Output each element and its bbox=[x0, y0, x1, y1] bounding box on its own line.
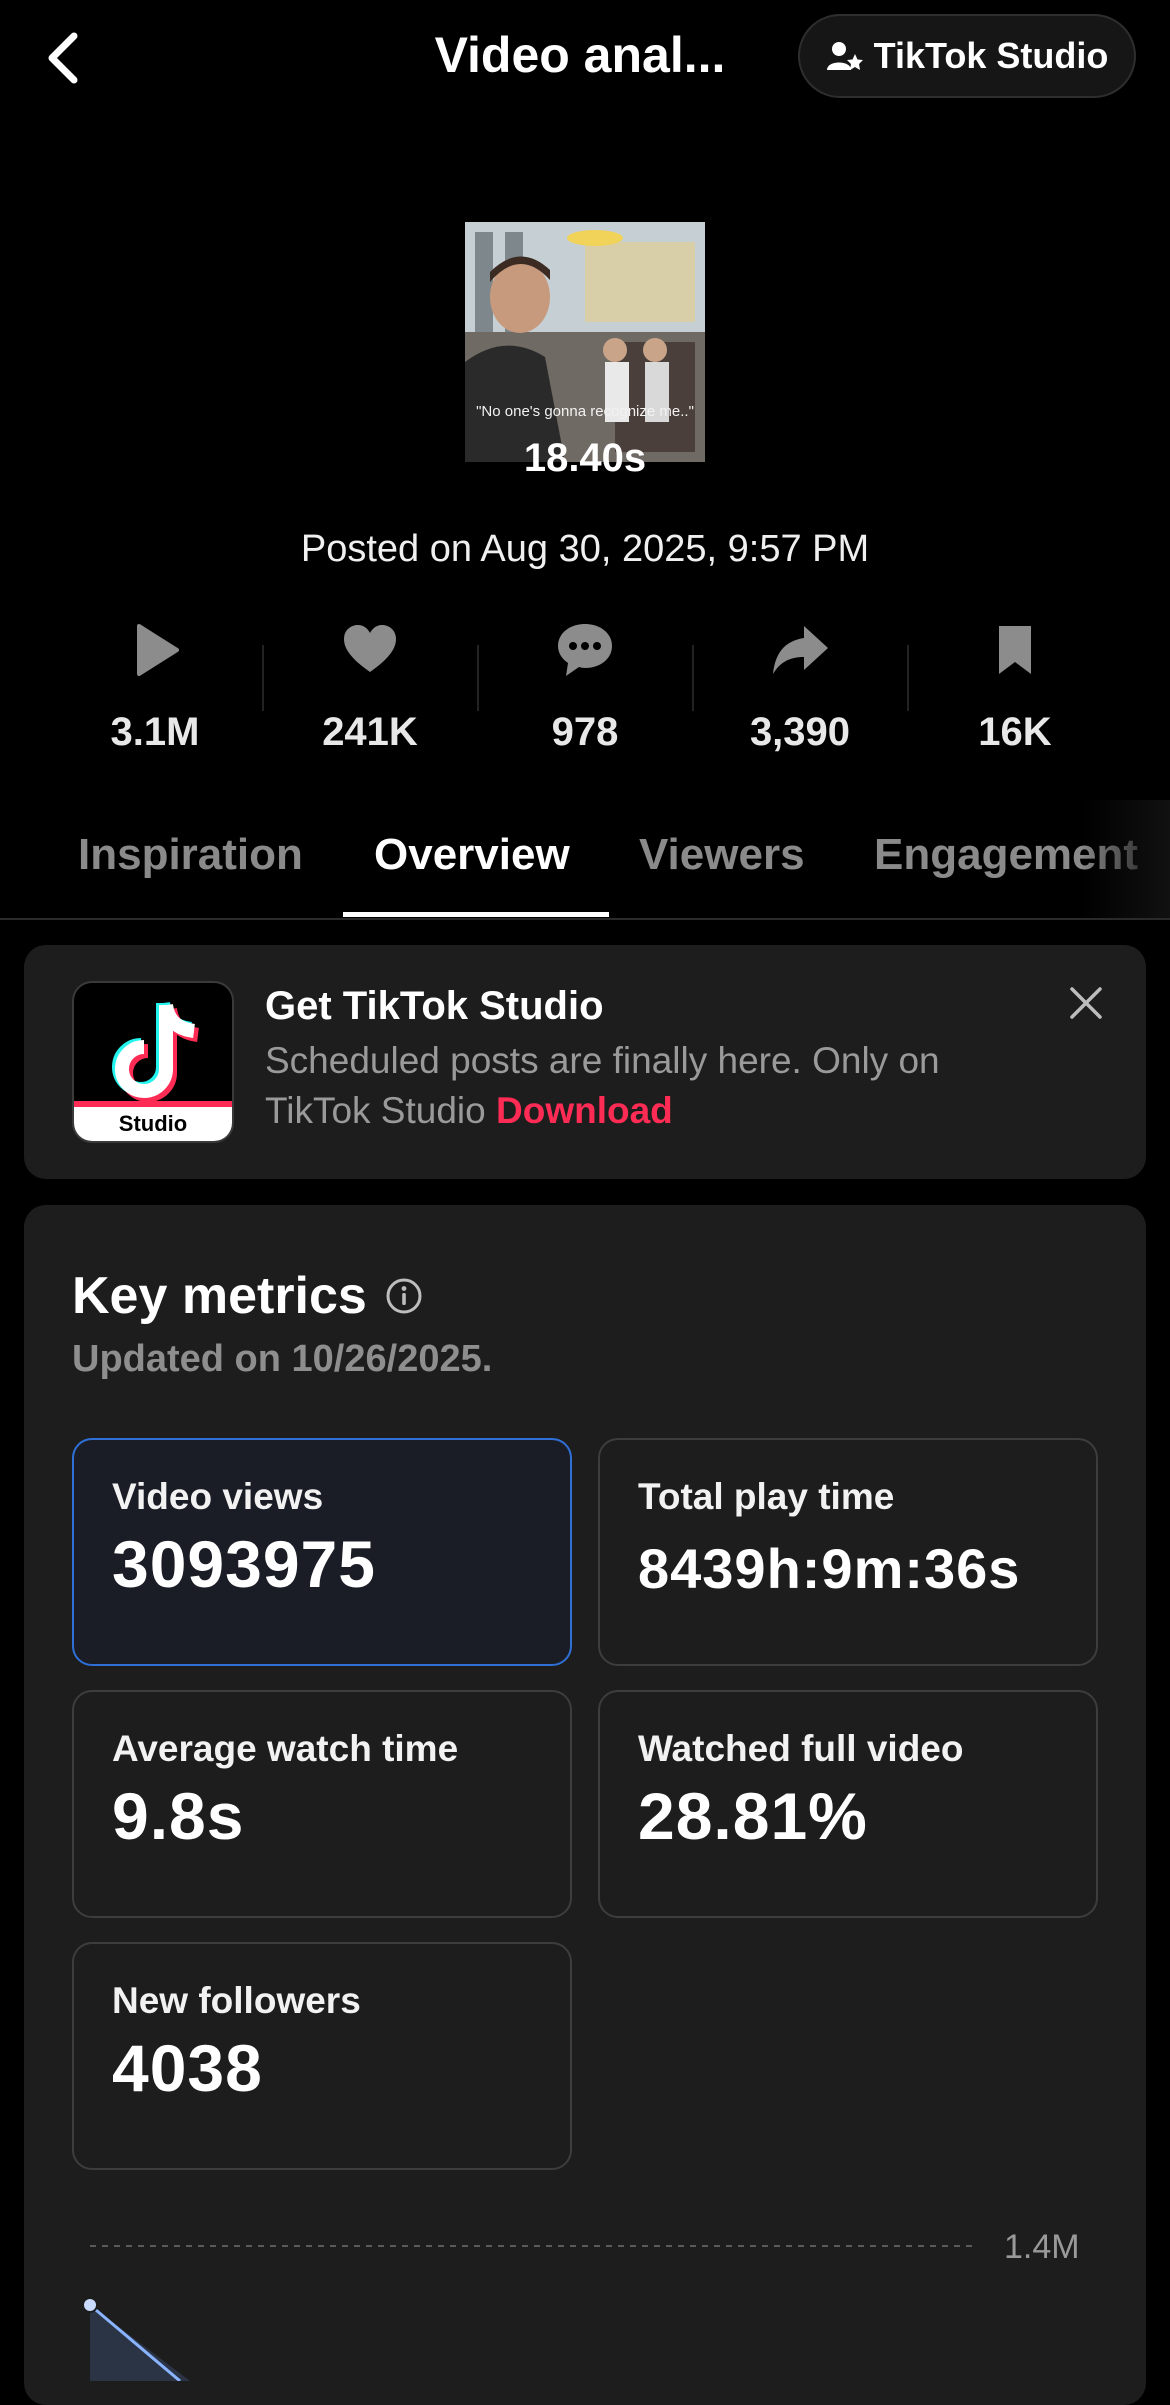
tabs-divider bbox=[0, 918, 1170, 920]
views-chart[interactable]: 1.4M bbox=[60, 2220, 1120, 2383]
thumbnail-caption: "No one's gonna recognize me.." bbox=[476, 403, 694, 420]
stat-saves: 16K bbox=[915, 620, 1115, 755]
stat-divider bbox=[262, 645, 264, 711]
tiktok-studio-app-icon: Studio bbox=[72, 981, 234, 1143]
chart-point bbox=[82, 2297, 98, 2313]
metric-label: Watched full video bbox=[638, 1728, 964, 1769]
stat-divider bbox=[907, 645, 909, 711]
download-link[interactable]: Download bbox=[496, 1090, 673, 1131]
metric-value: 8439h:9m:36s bbox=[638, 1537, 1021, 1600]
stat-likes: 241K bbox=[270, 620, 470, 755]
tab-inspiration[interactable]: Inspiration bbox=[78, 830, 303, 880]
stat-shares: 3,390 bbox=[700, 620, 900, 755]
metric-new-followers[interactable]: New followers 4038 bbox=[72, 1942, 572, 2170]
metric-value: 3093975 bbox=[112, 1527, 376, 1601]
stat-divider bbox=[477, 645, 479, 711]
info-icon[interactable] bbox=[385, 1277, 423, 1315]
metric-label: Video views bbox=[112, 1476, 324, 1517]
app-icon-label: Studio bbox=[74, 1107, 232, 1141]
updated-date: Updated on 10/26/2025. bbox=[72, 1338, 493, 1380]
comment-icon bbox=[558, 624, 612, 676]
metric-watched-full-video[interactable]: Watched full video 28.81% bbox=[598, 1690, 1098, 1918]
tiktok-logo-icon bbox=[112, 1001, 200, 1102]
close-icon bbox=[1070, 987, 1102, 1019]
key-metrics-title: Key metrics bbox=[72, 1267, 367, 1325]
share-arrow-icon bbox=[773, 626, 828, 674]
metric-total-play-time[interactable]: Total play time 8439h:9m:36s bbox=[598, 1438, 1098, 1666]
stat-divider bbox=[692, 645, 694, 711]
active-tab-indicator bbox=[343, 912, 609, 917]
metric-label: Total play time bbox=[638, 1476, 895, 1517]
bookmark-icon bbox=[999, 626, 1031, 674]
chart-y-max-label: 1.4M bbox=[1004, 2228, 1080, 2266]
comments-count: 978 bbox=[551, 710, 619, 754]
metric-average-watch-time[interactable]: Average watch time 9.8s bbox=[72, 1690, 572, 1918]
tiktok-studio-button[interactable]: TikTok Studio bbox=[798, 14, 1136, 98]
metric-label: Average watch time bbox=[112, 1728, 459, 1769]
close-promo-button[interactable] bbox=[1066, 983, 1106, 1023]
saves-count: 16K bbox=[978, 710, 1052, 754]
posted-date: Posted on Aug 30, 2025, 9:57 PM bbox=[300, 528, 870, 570]
video-thumbnail[interactable]: "No one's gonna recognize me.." bbox=[465, 222, 705, 462]
tab-overview[interactable]: Overview bbox=[374, 830, 570, 880]
play-icon bbox=[137, 624, 179, 676]
tabs-scroll-fade bbox=[1080, 800, 1170, 918]
video-duration: 18.40s bbox=[523, 436, 647, 480]
shares-count: 3,390 bbox=[749, 710, 851, 754]
stat-views: 3.1M bbox=[55, 620, 255, 755]
views-chart-svg bbox=[82, 2245, 975, 2383]
views-count: 3.1M bbox=[110, 710, 200, 754]
stat-comments: 978 bbox=[485, 620, 685, 755]
metric-value: 28.81% bbox=[638, 1779, 868, 1853]
person-star-icon bbox=[826, 42, 863, 70]
metric-label: New followers bbox=[112, 1980, 361, 2021]
likes-count: 241K bbox=[322, 710, 418, 754]
metric-video-views[interactable]: Video views 3093975 bbox=[72, 1438, 572, 1666]
heart-icon bbox=[344, 625, 396, 672]
promo-title: Get TikTok Studio bbox=[265, 984, 604, 1028]
tab-viewers[interactable]: Viewers bbox=[639, 830, 805, 880]
metric-value: 9.8s bbox=[112, 1779, 245, 1853]
key-metrics-heading: Key metrics bbox=[72, 1266, 423, 1326]
thumbnail-scene bbox=[465, 222, 705, 462]
metric-value: 4038 bbox=[112, 2031, 263, 2105]
promo-text: Scheduled posts are finally here. Only o… bbox=[265, 1036, 1025, 1136]
tiktok-studio-label: TikTok Studio bbox=[873, 35, 1109, 76]
